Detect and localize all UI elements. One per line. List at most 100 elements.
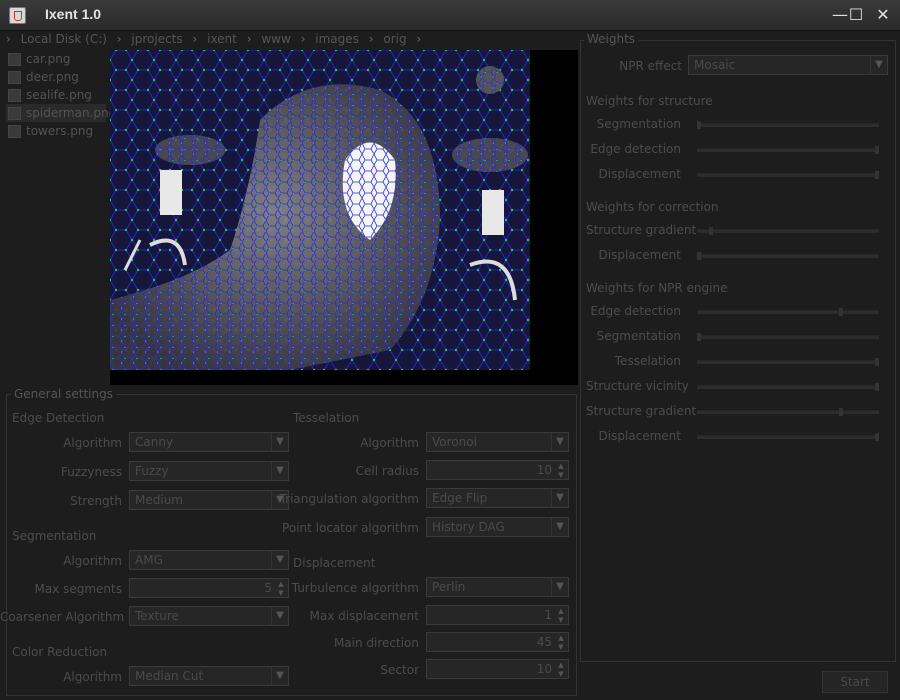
- file-item-selected[interactable]: spiderman.png: [6, 104, 116, 122]
- coarsener-select[interactable]: Texture ▼: [129, 606, 289, 626]
- breadcrumb-item[interactable]: jprojects: [131, 32, 182, 46]
- edge-algorithm-value: Canny: [135, 435, 174, 449]
- fuzzyness-select[interactable]: Fuzzy ▼: [129, 461, 289, 481]
- npr-effect-label: NPR effect: [619, 59, 682, 73]
- spin-up-icon[interactable]: ▲: [555, 634, 567, 642]
- strength-select[interactable]: Medium ▼: [129, 490, 289, 510]
- spin-down-icon[interactable]: ▼: [555, 670, 567, 678]
- w-correction-displacement-slider[interactable]: [697, 252, 879, 260]
- triangulation-select[interactable]: Edge Flip ▼: [426, 488, 569, 508]
- spin-up-icon[interactable]: ▲: [555, 462, 567, 470]
- tesselation-algorithm-value: Voronoi: [432, 435, 477, 449]
- max-segments-spinner[interactable]: 5 ▲ ▼: [129, 578, 289, 598]
- tesselation-algorithm-select[interactable]: Voronoi ▼: [426, 432, 569, 452]
- w-structure-edge-label: Edge detection: [590, 142, 681, 156]
- spin-up-icon[interactable]: ▲: [555, 661, 567, 669]
- file-item[interactable]: towers.png: [6, 122, 106, 140]
- image-file-icon: [8, 89, 21, 102]
- close-icon[interactable]: ✕: [874, 6, 892, 24]
- weights-correction-title: Weights for correction: [586, 200, 719, 214]
- start-button[interactable]: Start: [822, 671, 888, 693]
- breadcrumb-item[interactable]: ixent: [207, 32, 237, 46]
- slider-knob[interactable]: [697, 333, 701, 341]
- spin-down-icon[interactable]: ▼: [555, 616, 567, 624]
- chevron-right-icon: ›: [300, 32, 306, 46]
- w-npr-displacement-slider[interactable]: [697, 433, 879, 441]
- point-locator-value: History DAG: [432, 520, 505, 534]
- file-name: sealife.png: [26, 88, 92, 102]
- color-algorithm-label: Algorithm: [63, 670, 122, 684]
- w-npr-edge-slider[interactable]: [697, 308, 879, 316]
- image-file-icon: [8, 107, 21, 120]
- java-app-icon: [9, 7, 26, 24]
- point-locator-select[interactable]: History DAG ▼: [426, 517, 569, 537]
- sector-spinner[interactable]: 10 ▲ ▼: [426, 659, 569, 679]
- breadcrumb-item[interactable]: images: [315, 32, 359, 46]
- w-npr-gradient-slider[interactable]: [697, 408, 879, 416]
- breadcrumb-item[interactable]: Local Disk (C:): [21, 32, 107, 46]
- chevron-right-icon: ›: [116, 32, 122, 46]
- triangulation-label: Triangulation algorithm: [279, 492, 419, 506]
- w-structure-edge-slider[interactable]: [697, 146, 879, 154]
- slider-knob[interactable]: [875, 171, 879, 179]
- spin-down-icon[interactable]: ▼: [555, 471, 567, 479]
- max-displacement-value: 1: [544, 608, 552, 622]
- max-displacement-label: Max displacement: [309, 609, 420, 623]
- main-direction-value: 45: [536, 635, 552, 649]
- main-direction-spinner[interactable]: 45 ▲ ▼: [426, 632, 569, 652]
- edge-detection-title: Edge Detection: [12, 411, 105, 425]
- slider-knob[interactable]: [875, 358, 879, 366]
- slider-knob[interactable]: [697, 252, 701, 260]
- slider-knob[interactable]: [875, 383, 879, 391]
- w-correction-gradient-slider[interactable]: [697, 227, 879, 235]
- tesselated-image: [110, 50, 530, 371]
- w-npr-gradient-label: Structure gradient: [586, 404, 697, 418]
- fuzzyness-value: Fuzzy: [135, 464, 169, 478]
- strength-label: Strength: [70, 494, 122, 508]
- chevron-right-icon: ›: [368, 32, 374, 46]
- file-item[interactable]: car.png: [6, 50, 106, 68]
- w-structure-displacement-slider[interactable]: [697, 171, 879, 179]
- slider-knob[interactable]: [875, 433, 879, 441]
- file-item[interactable]: sealife.png: [6, 86, 106, 104]
- strength-value: Medium: [135, 493, 183, 507]
- npr-effect-select[interactable]: Mosaic ▼: [688, 55, 888, 75]
- slider-knob[interactable]: [839, 308, 843, 316]
- image-preview: [110, 50, 578, 385]
- turbulence-select[interactable]: Perlin ▼: [426, 577, 569, 597]
- slider-knob[interactable]: [709, 227, 713, 235]
- spin-down-icon[interactable]: ▼: [555, 643, 567, 651]
- cell-radius-label: Cell radius: [355, 464, 419, 478]
- slider-knob[interactable]: [839, 408, 843, 416]
- segmentation-algorithm-value: AMG: [135, 553, 163, 567]
- max-displacement-spinner[interactable]: 1 ▲ ▼: [426, 605, 569, 625]
- breadcrumb-item[interactable]: www: [261, 32, 290, 46]
- maximize-icon[interactable]: ☐: [847, 6, 865, 24]
- coarsener-value: Texture: [135, 609, 179, 623]
- cell-radius-spinner[interactable]: 10 ▲ ▼: [426, 460, 569, 480]
- chevron-right-icon: ›: [192, 32, 198, 46]
- edge-algorithm-select[interactable]: Canny ▼: [129, 432, 289, 452]
- color-algorithm-select[interactable]: Median Cut ▼: [129, 666, 289, 686]
- file-item[interactable]: deer.png: [6, 68, 106, 86]
- w-correction-displacement-label: Displacement: [598, 248, 682, 262]
- slider-knob[interactable]: [875, 146, 879, 154]
- w-npr-segmentation-slider[interactable]: [697, 333, 879, 341]
- title-bar: Ixent 1.0 — ☐ ✕: [0, 0, 900, 31]
- weights-title: Weights: [584, 32, 639, 46]
- window-title: Ixent 1.0: [45, 6, 102, 22]
- file-list: car.png deer.png sealife.png spiderman.p…: [6, 50, 116, 140]
- chevron-down-icon: ▼: [551, 489, 568, 507]
- w-structure-segmentation-slider[interactable]: [697, 121, 879, 129]
- w-npr-vicinity-slider[interactable]: [697, 383, 879, 391]
- w-npr-tesselation-slider[interactable]: [697, 358, 879, 366]
- w-npr-tesselation-label: Tesselation: [614, 354, 681, 368]
- chevron-down-icon: ▼: [271, 551, 288, 569]
- image-file-icon: [8, 71, 21, 84]
- slider-knob[interactable]: [697, 121, 701, 129]
- w-correction-gradient-label: Structure gradient: [586, 223, 697, 237]
- fuzzyness-label: Fuzzyness: [60, 465, 122, 479]
- breadcrumb-item[interactable]: orig: [383, 32, 406, 46]
- segmentation-algorithm-select[interactable]: AMG ▼: [129, 550, 289, 570]
- spin-up-icon[interactable]: ▲: [555, 607, 567, 615]
